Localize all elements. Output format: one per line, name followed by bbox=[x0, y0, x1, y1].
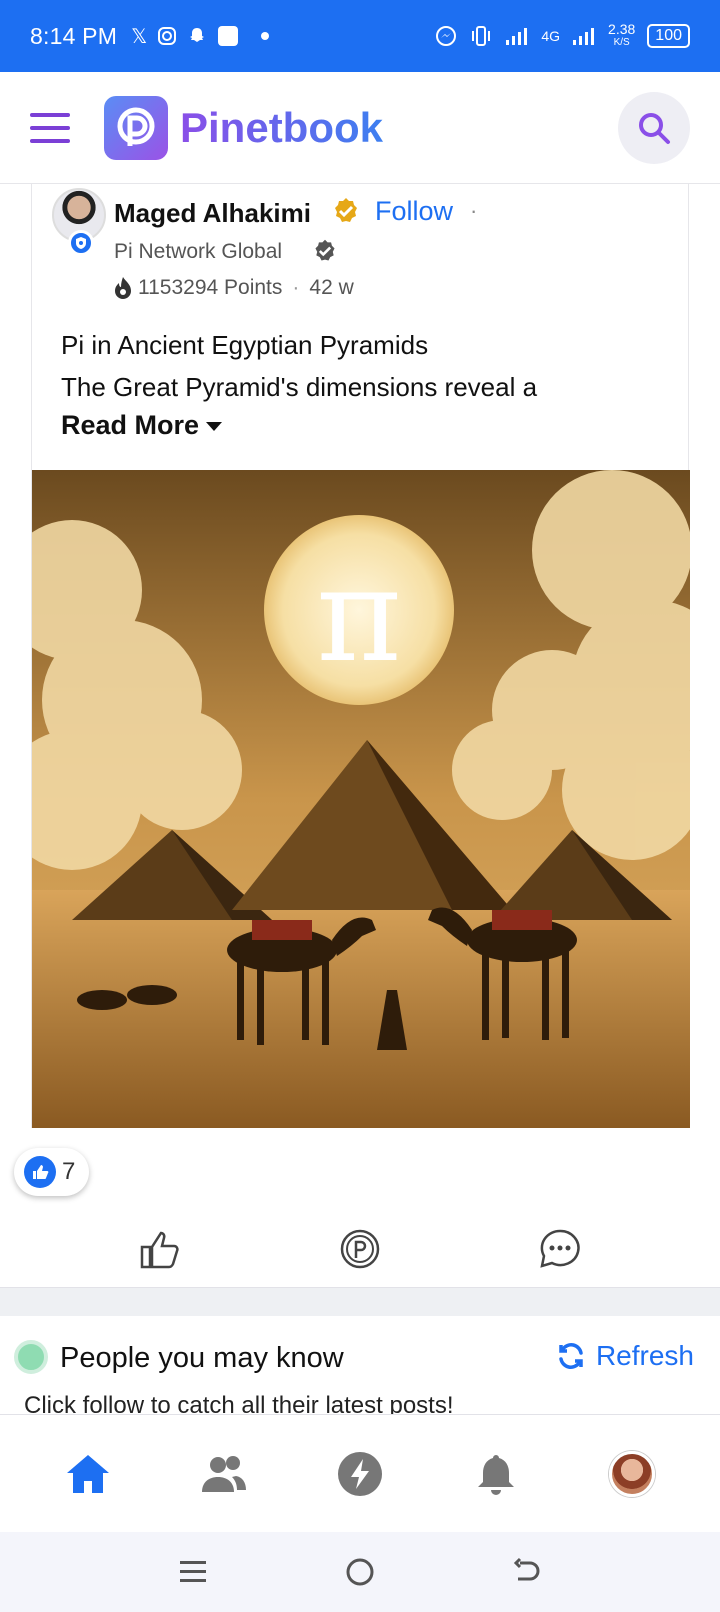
comment-icon bbox=[540, 1229, 580, 1268]
people-you-may-know: People you may know Refresh Click follow… bbox=[0, 1316, 720, 1414]
logo-p-icon bbox=[117, 107, 155, 146]
post-actions bbox=[0, 1210, 720, 1288]
post-image[interactable]: π bbox=[32, 470, 690, 1128]
pymk-subtitle: Click follow to catch all their latest p… bbox=[24, 1392, 454, 1414]
snapchat-icon bbox=[190, 28, 205, 42]
author-avatar-wrap[interactable] bbox=[52, 188, 106, 256]
like-count: 7 bbox=[62, 1158, 76, 1185]
fire-icon bbox=[115, 277, 131, 299]
nav-home[interactable] bbox=[56, 1442, 120, 1506]
group-name[interactable]: Pi Network Global bbox=[114, 240, 282, 264]
caret-down-icon bbox=[206, 421, 223, 431]
circle-home-icon bbox=[346, 1558, 374, 1586]
like-button[interactable] bbox=[130, 1219, 190, 1279]
back-button[interactable] bbox=[502, 1547, 552, 1597]
bell-icon bbox=[478, 1454, 514, 1495]
x-app-icon: 𝕏 bbox=[131, 25, 148, 48]
nav-friends[interactable] bbox=[192, 1442, 256, 1506]
status-time: 8:14 PM bbox=[30, 22, 118, 49]
read-more-button[interactable]: Read More bbox=[61, 410, 223, 441]
points-row: 1153294 Points · 42 w bbox=[112, 276, 354, 300]
refresh-label: Refresh bbox=[595, 1340, 694, 1371]
vibrate-icon bbox=[472, 26, 491, 46]
separator-dot: · bbox=[470, 198, 478, 223]
instagram-icon bbox=[158, 27, 177, 45]
hamburger-icon[interactable] bbox=[30, 112, 70, 143]
read-more-label: Read More bbox=[61, 410, 200, 440]
nav-notifications[interactable] bbox=[464, 1442, 528, 1506]
pi-symbol: π bbox=[316, 539, 401, 691]
verified-group-icon bbox=[315, 239, 335, 261]
status-dot-icon bbox=[14, 1340, 48, 1374]
post-body: Pi in Ancient Egyptian Pyramids The Grea… bbox=[61, 324, 671, 408]
author-name[interactable]: Maged Alhakimi bbox=[114, 198, 311, 229]
app-square-icon bbox=[218, 26, 239, 46]
shield-badge-icon bbox=[68, 230, 94, 256]
post-text-line: The Great Pyramid's dimensions reveal a bbox=[61, 372, 538, 402]
pinetbook-logo[interactable] bbox=[104, 95, 168, 160]
brand-name: Pinetbook bbox=[180, 103, 384, 151]
post-text-line: Pi in Ancient Egyptian Pyramids bbox=[61, 330, 429, 360]
pi-coin-icon bbox=[340, 1229, 380, 1268]
post-author bbox=[52, 188, 106, 256]
verified-badge-icon bbox=[335, 198, 357, 222]
feed-separator bbox=[0, 1288, 720, 1316]
menu-lines-icon bbox=[180, 1561, 207, 1582]
like-reaction-icon bbox=[24, 1156, 56, 1188]
follow-button[interactable]: Follow bbox=[375, 196, 453, 227]
nav-lightning[interactable] bbox=[328, 1442, 392, 1506]
people-icon bbox=[202, 1455, 246, 1492]
nav-profile[interactable] bbox=[600, 1442, 664, 1506]
pymk-title: People you may know bbox=[60, 1342, 344, 1374]
signal-icon bbox=[506, 28, 528, 45]
refresh-icon bbox=[559, 1343, 583, 1369]
network-type: 4G bbox=[541, 28, 561, 44]
points-value: 1153294 Points bbox=[138, 276, 283, 299]
pyramids-illustration: π bbox=[32, 470, 690, 1128]
app-header: Pinetbook bbox=[0, 72, 720, 184]
speed-value: 2.38 bbox=[608, 21, 636, 37]
lightning-icon bbox=[338, 1451, 382, 1496]
recent-apps-button[interactable] bbox=[168, 1547, 218, 1597]
post-age: 42 w bbox=[309, 276, 354, 299]
messenger-icon bbox=[436, 26, 457, 46]
home-system-button[interactable] bbox=[335, 1547, 385, 1597]
separator-dot: · bbox=[292, 276, 300, 299]
system-navigation bbox=[0, 1532, 720, 1612]
post-card: Maged Alhakimi Follow · Pi Network Globa… bbox=[31, 184, 690, 1128]
network-speed: 2.38 K/S bbox=[608, 21, 636, 49]
tip-button[interactable] bbox=[330, 1219, 390, 1279]
notification-icons: 𝕏 bbox=[131, 24, 270, 49]
speed-unit: K/S bbox=[613, 37, 630, 48]
more-notifications-dot bbox=[261, 32, 270, 40]
thumbs-up-icon bbox=[140, 1231, 179, 1268]
search-icon bbox=[639, 112, 670, 144]
avatar[interactable] bbox=[609, 1450, 655, 1497]
signal-icon-2 bbox=[573, 28, 595, 45]
reaction-count[interactable]: 7 bbox=[14, 1148, 90, 1196]
search-button[interactable] bbox=[618, 91, 690, 164]
back-arrow-icon bbox=[513, 1557, 540, 1581]
refresh-button[interactable]: Refresh bbox=[556, 1340, 694, 1372]
bottom-navigation bbox=[0, 1414, 720, 1532]
status-bar: 8:14 PM 𝕏 4G 2.38 K/S 100 bbox=[0, 0, 720, 72]
comment-button[interactable] bbox=[530, 1219, 590, 1279]
home-icon bbox=[67, 1454, 109, 1493]
battery-indicator: 100 bbox=[647, 24, 690, 48]
